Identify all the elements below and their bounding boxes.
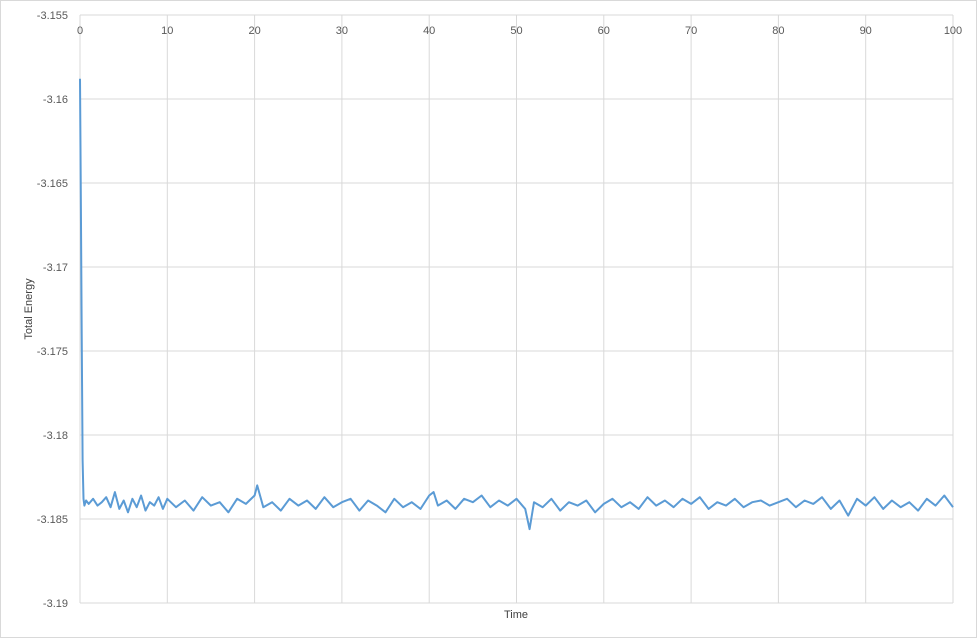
x-tick-label: 10 xyxy=(161,25,173,37)
x-tick-label: 70 xyxy=(685,25,697,37)
y-tick-label: -3.175 xyxy=(37,346,68,358)
y-tick-label: -3.155 xyxy=(37,10,68,22)
x-tick-label: 0 xyxy=(77,25,83,37)
x-tick-label: 50 xyxy=(510,25,522,37)
x-axis-title: Time xyxy=(504,609,528,621)
y-tick-label: -3.16 xyxy=(43,94,68,106)
y-tick-label: -3.18 xyxy=(43,430,68,442)
x-tick-label: 20 xyxy=(248,25,260,37)
y-axis-title: Total Energy xyxy=(23,278,35,340)
y-tick-label: -3.19 xyxy=(43,598,68,610)
x-tick-label: 40 xyxy=(423,25,435,37)
x-tick-label: 100 xyxy=(944,25,962,37)
gridlines xyxy=(79,14,954,604)
x-tick-label: 80 xyxy=(772,25,784,37)
x-tick-label: 90 xyxy=(860,25,872,37)
y-tick-label: -3.17 xyxy=(43,262,68,274)
x-tick-label: 60 xyxy=(598,25,610,37)
tick-labels: -3.155 -3.16 -3.165 -3.17 -3.175 -3.18 -3.185 -… xyxy=(37,10,962,610)
line-chart: -3.155 -3.16 -3.165 -3.17 -3.175 -3.18 -3.185 -… xyxy=(23,10,962,621)
chart-container: -3.155 -3.16 -3.165 -3.17 -3.175 -3.18 -3.185 -… xyxy=(0,0,977,638)
x-tick-label: 30 xyxy=(336,25,348,37)
y-tick-label: -3.165 xyxy=(37,178,68,190)
y-tick-label: -3.185 xyxy=(37,514,68,526)
